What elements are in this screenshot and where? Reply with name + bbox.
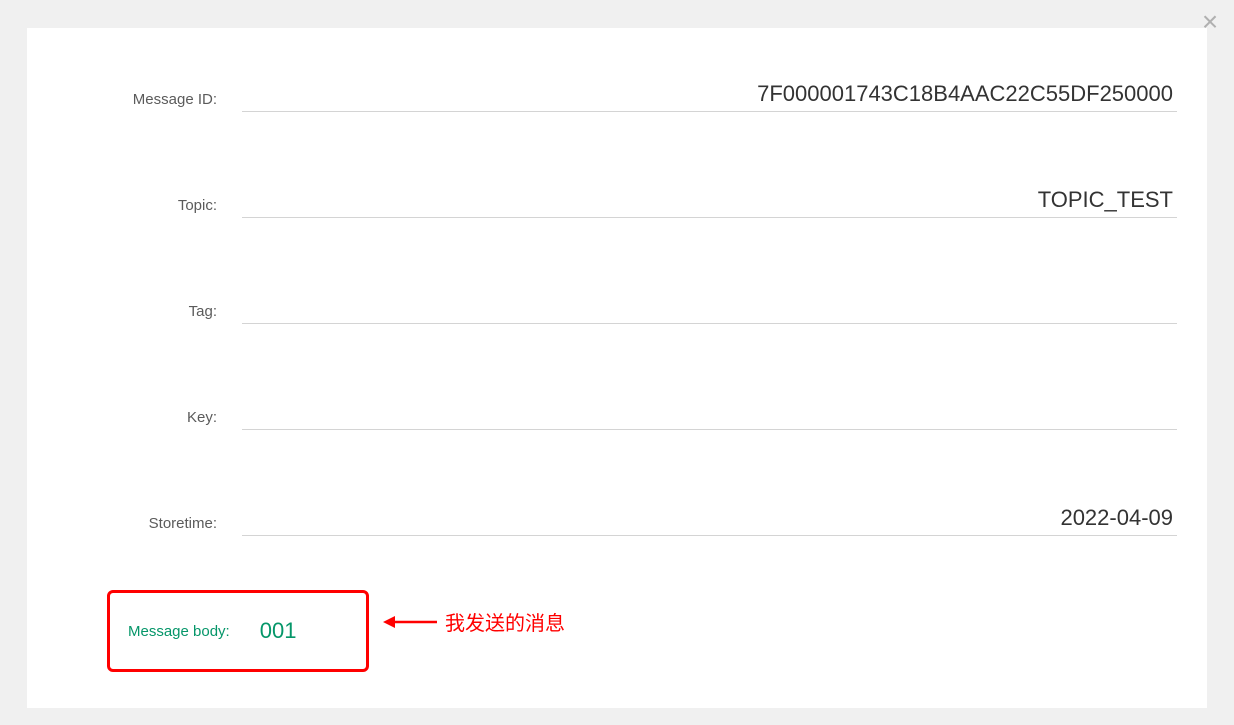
message-id-label: Message ID: — [27, 91, 242, 112]
message-body-value: 001 — [260, 618, 297, 644]
topic-row: Topic: TOPIC_TEST — [27, 184, 1207, 218]
tag-label: Tag: — [27, 303, 242, 324]
message-detail-modal: Message ID: 7F000001743C18B4AAC22C55DF25… — [27, 28, 1207, 708]
key-field — [242, 396, 1177, 430]
key-label: Key: — [27, 409, 242, 430]
message-body-highlight: Message body: 001 — [107, 590, 369, 672]
message-id-field: 7F000001743C18B4AAC22C55DF250000 — [242, 78, 1177, 112]
key-row: Key: — [27, 396, 1207, 430]
arrow-left-icon — [383, 612, 437, 632]
message-body-label: Message body: — [128, 623, 230, 640]
storetime-field: 2022-04-09 — [242, 502, 1177, 536]
topic-label: Topic: — [27, 197, 242, 218]
topic-value: TOPIC_TEST — [242, 187, 1177, 213]
topic-field: TOPIC_TEST — [242, 184, 1177, 218]
storetime-label: Storetime: — [27, 515, 242, 536]
message-id-row: Message ID: 7F000001743C18B4AAC22C55DF25… — [27, 78, 1207, 112]
tag-row: Tag: — [27, 290, 1207, 324]
storetime-value: 2022-04-09 — [242, 505, 1177, 531]
annotation-text: 我发送的消息 — [445, 607, 565, 636]
annotation-arrow-container: 我发送的消息 — [383, 607, 565, 636]
storetime-row: Storetime: 2022-04-09 — [27, 502, 1207, 536]
message-id-value: 7F000001743C18B4AAC22C55DF250000 — [242, 81, 1177, 107]
tag-field — [242, 290, 1177, 324]
